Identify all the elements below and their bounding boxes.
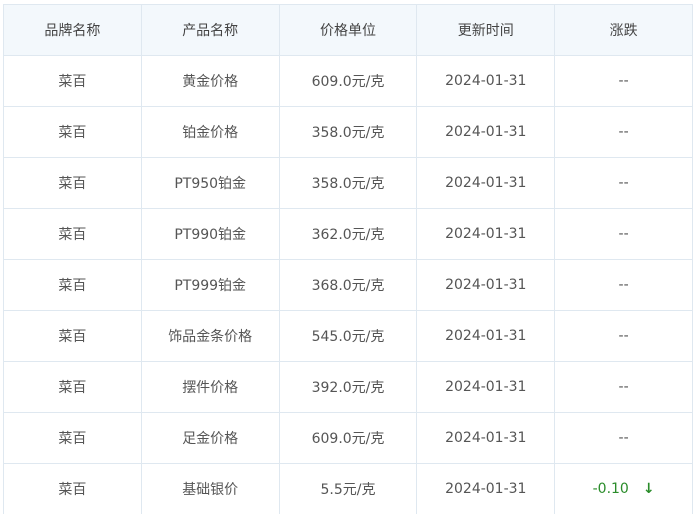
- table-row: 菜百 摆件价格 392.0元/克 2024-01-31 --: [3, 361, 693, 413]
- table-row: 菜百 PT950铂金 358.0元/克 2024-01-31 --: [3, 157, 693, 209]
- cell-brand: 菜百: [3, 361, 142, 413]
- cell-price: 362.0元/克: [278, 208, 418, 260]
- table-row: 菜百 黄金价格 609.0元/克 2024-01-31 --: [3, 55, 693, 107]
- cell-price: 358.0元/克: [278, 157, 418, 209]
- table-row: 菜百 铂金价格 358.0元/克 2024-01-31 --: [3, 106, 693, 158]
- cell-change: --: [554, 361, 693, 413]
- cell-brand: 菜百: [3, 259, 142, 311]
- cell-change: -0.10 ↓: [554, 463, 693, 514]
- table-row: 菜百 足金价格 609.0元/克 2024-01-31 --: [3, 412, 693, 464]
- cell-brand: 菜百: [3, 55, 142, 107]
- cell-change: --: [554, 208, 693, 260]
- cell-product: 饰品金条价格: [140, 310, 280, 362]
- cell-price: 609.0元/克: [278, 412, 418, 464]
- table-row: 菜百 饰品金条价格 545.0元/克 2024-01-31 --: [3, 310, 693, 362]
- cell-date: 2024-01-31: [416, 361, 556, 413]
- price-table: 品牌名称 产品名称 价格单位 更新时间 涨跌 菜百 黄金价格 609.0元/克 …: [3, 4, 693, 514]
- cell-product: 摆件价格: [140, 361, 280, 413]
- table-row: 菜百 基础银价 5.5元/克 2024-01-31 -0.10 ↓: [3, 463, 693, 514]
- column-header-change: 涨跌: [554, 4, 693, 56]
- cell-brand: 菜百: [3, 157, 142, 209]
- cell-price: 358.0元/克: [278, 106, 418, 158]
- cell-product: PT950铂金: [140, 157, 280, 209]
- cell-product: 铂金价格: [140, 106, 280, 158]
- cell-price: 609.0元/克: [278, 55, 418, 107]
- cell-brand: 菜百: [3, 310, 142, 362]
- cell-change: --: [554, 310, 693, 362]
- column-header-update-time: 更新时间: [416, 4, 556, 56]
- cell-date: 2024-01-31: [416, 463, 556, 514]
- cell-date: 2024-01-31: [416, 55, 556, 107]
- cell-date: 2024-01-31: [416, 412, 556, 464]
- table-row: 菜百 PT999铂金 368.0元/克 2024-01-31 --: [3, 259, 693, 311]
- cell-product: PT999铂金: [140, 259, 280, 311]
- cell-change: --: [554, 259, 693, 311]
- change-value: -0.10: [592, 481, 629, 497]
- cell-product: 黄金价格: [140, 55, 280, 107]
- cell-change: --: [554, 412, 693, 464]
- cell-price: 5.5元/克: [278, 463, 418, 514]
- cell-change: --: [554, 106, 693, 158]
- cell-change: --: [554, 55, 693, 107]
- cell-date: 2024-01-31: [416, 310, 556, 362]
- cell-brand: 菜百: [3, 106, 142, 158]
- cell-product: 足金价格: [140, 412, 280, 464]
- cell-price: 545.0元/克: [278, 310, 418, 362]
- column-header-price-unit: 价格单位: [278, 4, 418, 56]
- cell-date: 2024-01-31: [416, 106, 556, 158]
- cell-date: 2024-01-31: [416, 208, 556, 260]
- cell-date: 2024-01-31: [416, 259, 556, 311]
- table-row: 菜百 PT990铂金 362.0元/克 2024-01-31 --: [3, 208, 693, 260]
- cell-product: PT990铂金: [140, 208, 280, 260]
- column-header-brand: 品牌名称: [3, 4, 142, 56]
- down-arrow-icon: ↓: [642, 481, 655, 497]
- cell-price: 368.0元/克: [278, 259, 418, 311]
- cell-brand: 菜百: [3, 412, 142, 464]
- cell-date: 2024-01-31: [416, 157, 556, 209]
- cell-change: --: [554, 157, 693, 209]
- cell-product: 基础银价: [140, 463, 280, 514]
- cell-brand: 菜百: [3, 463, 142, 514]
- column-header-product: 产品名称: [140, 4, 280, 56]
- table-header-row: 品牌名称 产品名称 价格单位 更新时间 涨跌: [3, 4, 693, 56]
- cell-price: 392.0元/克: [278, 361, 418, 413]
- cell-brand: 菜百: [3, 208, 142, 260]
